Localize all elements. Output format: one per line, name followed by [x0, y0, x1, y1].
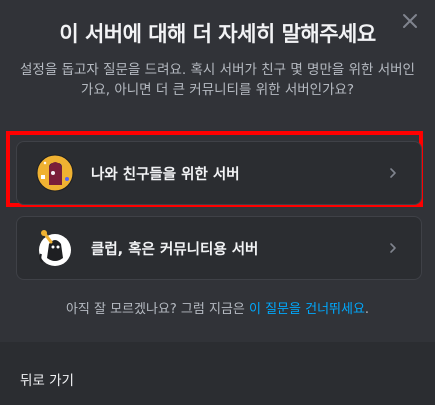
skip-hint-suffix: .	[364, 302, 370, 317]
dialog-footer: 뒤로 가기	[0, 342, 435, 405]
back-button[interactable]: 뒤로 가기	[20, 369, 74, 389]
friends-art-icon	[36, 154, 74, 192]
chevron-right-icon	[390, 243, 396, 253]
skip-hint: 아직 잘 모르겠나요? 그럼 지금은 이 질문을 건너뛰세요.	[0, 298, 435, 317]
skip-hint-text: 아직 잘 모르겠나요? 그럼 지금은	[65, 302, 249, 317]
option-community-label: 클럽, 혹은 커뮤니티용 서버	[91, 241, 259, 258]
community-art-icon	[39, 230, 71, 266]
dialog-title: 이 서버에 대해 더 자세히 말해주세요	[59, 22, 376, 46]
dialog-subtitle: 설정을 돕고자 질문을 드려요. 혹시 서버가 친구 몇 명만을 위한 서버인가…	[20, 62, 415, 98]
skip-question-link[interactable]: 이 질문을 건너뛰세요	[249, 302, 365, 317]
option-community-button[interactable]: 클럽, 혹은 커뮤니티용 서버	[16, 216, 422, 280]
option-friends-label: 나와 친구들을 위한 서버	[91, 166, 240, 183]
chevron-right-icon	[390, 168, 396, 178]
option-friends-button[interactable]: 나와 친구들을 위한 서버	[16, 141, 422, 205]
